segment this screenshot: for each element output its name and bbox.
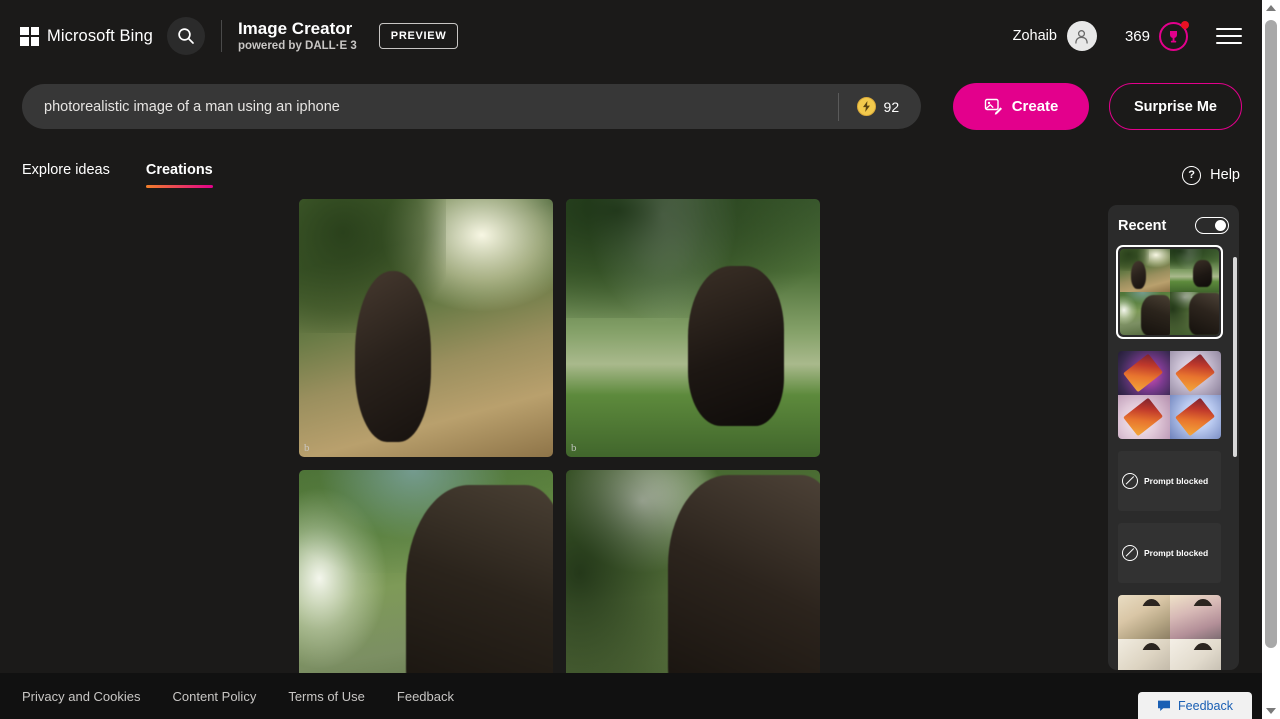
blocked-label: Prompt blocked [1144,476,1209,486]
microsoft-bing-logo[interactable]: Microsoft Bing [20,26,153,46]
scroll-down-arrow[interactable] [1262,703,1280,719]
footer-link-privacy[interactable]: Privacy and Cookies [22,689,141,704]
recent-item-1-thumbnails [1120,249,1219,335]
tab-creations[interactable]: Creations [145,162,213,188]
recent-thumb [1169,639,1221,670]
recent-item-4-blocked[interactable]: Prompt blocked [1118,523,1221,583]
recent-thumb [1118,639,1170,670]
feedback-floating-button[interactable]: Feedback [1138,692,1252,719]
result-image-2-art [566,199,820,457]
prompt-input[interactable] [22,98,838,115]
blocked-icon [1122,545,1138,561]
feedback-floating-label: Feedback [1178,698,1233,713]
rewards-count: 369 [1124,27,1150,45]
recent-toggle[interactable] [1195,217,1229,234]
creation-results-grid: b b b b [299,199,820,719]
search-icon [178,28,194,44]
brand-label: Microsoft Bing [47,26,153,45]
boost-counter[interactable]: 92 [839,97,922,116]
create-button-label: Create [1011,98,1059,115]
microsoft-grid-icon [20,26,39,46]
hamburger-menu-button[interactable] [1216,28,1242,44]
result-image-1-art [299,199,553,457]
lightning-bolt-icon [862,101,870,112]
recent-item-2-thumbnails [1118,351,1221,439]
recent-item-3-blocked[interactable]: Prompt blocked [1118,451,1221,511]
page-scrollbar[interactable] [1262,0,1280,719]
rewards-badge [1159,20,1189,51]
recent-item-1[interactable] [1116,245,1223,339]
footer: Privacy and Cookies Content Policy Terms… [0,673,1262,719]
recent-thumb [1169,292,1219,335]
avatar[interactable] [1066,21,1097,51]
recent-thumb [1120,292,1170,335]
header-right-group: Zohaib 369 [1012,20,1242,51]
scrollbar-thumb[interactable] [1265,20,1277,648]
recent-item-5[interactable] [1118,595,1221,670]
scroll-up-arrow[interactable] [1262,0,1280,16]
result-image-1[interactable]: b [299,199,553,457]
bing-watermark: b [571,442,576,454]
create-button[interactable]: Create [953,83,1089,130]
person-icon [1075,29,1089,44]
notification-dot [1181,20,1189,29]
recent-item-5-thumbnails [1118,595,1221,670]
help-button[interactable]: ? Help [1182,165,1240,185]
rewards-button[interactable]: 369 [1124,20,1189,51]
user-name-label: Zohaib [1012,28,1057,44]
boost-coin-icon [856,97,876,116]
tab-explore-ideas[interactable]: Explore ideas [22,162,110,188]
recent-thumb [1169,249,1219,292]
footer-link-content-policy[interactable]: Content Policy [173,689,257,704]
footer-link-terms[interactable]: Terms of Use [288,689,365,704]
app-title-block: Image Creator powered by DALL·E 3 [238,19,357,53]
boost-count: 92 [883,98,900,115]
preview-badge[interactable]: PREVIEW [378,23,459,49]
top-header: Microsoft Bing Image Creator powered by … [0,0,1262,72]
recent-item-2[interactable] [1118,351,1221,439]
help-label: Help [1210,167,1240,183]
app-subtitle: powered by DALL·E 3 [237,39,357,52]
app-page: Microsoft Bing Image Creator powered by … [0,0,1280,719]
blocked-label: Prompt blocked [1144,548,1209,558]
recent-panel-scrollbar-thumb[interactable] [1233,257,1237,457]
surprise-me-button[interactable]: Surprise Me [1108,83,1242,130]
bing-watermark: b [304,442,309,454]
header-divider [220,20,222,52]
search-button[interactable] [166,17,205,55]
recent-thumb [1120,249,1170,292]
result-image-2[interactable]: b [566,199,820,457]
recent-thumb [1118,395,1170,439]
recent-thumb [1169,395,1221,439]
trophy-icon [1170,30,1177,42]
recent-thumb [1118,351,1170,395]
recent-thumb [1169,351,1221,395]
blocked-icon [1122,473,1138,489]
recent-thumb [1169,595,1221,639]
recent-panel: Recent Prompt blocked Prompt blocked [1108,205,1239,670]
recent-panel-header: Recent [1118,217,1229,234]
speech-bubble-icon [1158,700,1171,711]
prompt-input-container: 92 [22,84,922,129]
image-edit-icon [984,98,1002,115]
app-title: Image Creator [237,19,353,39]
tab-bar: Explore ideas Creations ? Help [0,158,1262,192]
recent-items-list[interactable]: Prompt blocked Prompt blocked [1116,245,1229,670]
footer-link-feedback[interactable]: Feedback [397,689,454,704]
prompt-bar: 92 Create Surprise Me [22,83,1242,130]
recent-title: Recent [1118,217,1167,234]
question-mark-icon: ? [1182,165,1202,185]
recent-thumb [1118,595,1170,639]
